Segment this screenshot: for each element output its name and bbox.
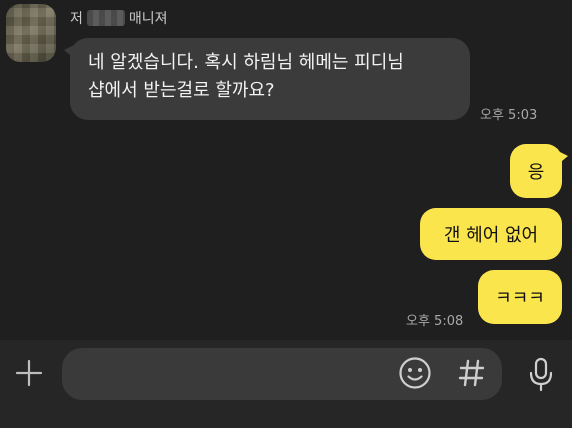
incoming-message-bubble[interactable]: 네 알겠습니다. 혹시 하림님 헤메는 피디님 샵에서 받는걸로 할까요? (64, 38, 470, 120)
sender-avatar[interactable] (6, 4, 56, 62)
sender-name-redacted (86, 10, 125, 26)
incoming-message-line-1: 네 알겠습니다. 혹시 하림님 헤메는 피디님 (88, 52, 404, 73)
incoming-message-time: 오후 5:03 (480, 108, 538, 123)
chat-area: 저 매니져 네 알겠습니다. 혹시 하림님 헤메는 피디님 샵에서 받는걸로 할… (0, 0, 572, 340)
outgoing-message-bubble-2[interactable]: 갠 헤어 없어 (420, 208, 562, 260)
hash-icon[interactable] (458, 358, 486, 388)
outgoing-message-time: 오후 5:08 (406, 314, 464, 329)
plus-icon[interactable] (14, 358, 44, 388)
outgoing-message-bubble-1[interactable]: 응 (510, 144, 568, 198)
sender-name: 저 매니져 (70, 8, 168, 28)
sender-name-prefix: 저 (70, 11, 83, 27)
outgoing-message-text-1: 응 (527, 162, 545, 183)
sender-name-suffix: 매니져 (128, 11, 168, 27)
outgoing-message-bubble-3[interactable]: ㅋㅋㅋ (478, 270, 562, 324)
message-input-field[interactable] (62, 348, 502, 402)
outgoing-message-text-2: 갠 헤어 없어 (443, 225, 539, 246)
outgoing-message-text-3: ㅋㅋㅋ (495, 288, 545, 309)
incoming-message-line-2: 샵에서 받는걸로 할까요? (88, 80, 275, 101)
mic-icon[interactable] (526, 356, 556, 392)
emoji-icon[interactable] (398, 356, 432, 390)
message-input[interactable] (78, 348, 382, 402)
